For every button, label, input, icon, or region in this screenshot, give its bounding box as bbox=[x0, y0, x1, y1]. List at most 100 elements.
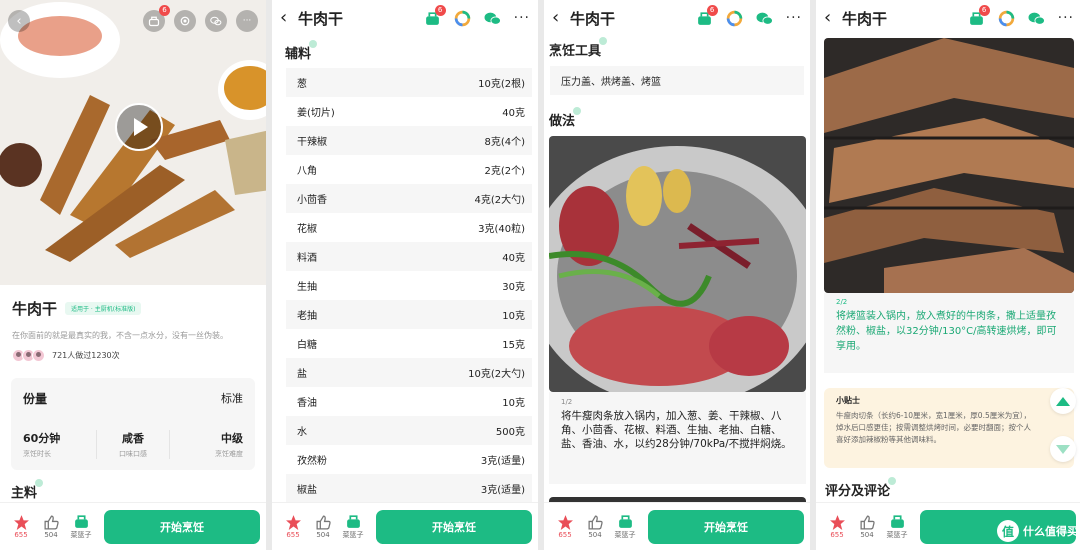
next-step-button[interactable] bbox=[1050, 436, 1076, 462]
favorite-button[interactable]: 655 bbox=[822, 514, 852, 539]
stat-value: 中级 bbox=[221, 432, 244, 445]
more-icon[interactable]: ··· bbox=[1058, 10, 1074, 26]
basket-button[interactable]: 6 bbox=[968, 4, 990, 27]
back-icon[interactable]: ‹ bbox=[552, 9, 568, 27]
ingredient-row: 料酒 40克 bbox=[286, 242, 532, 271]
cooking-tools-heading: 烹饪工具 bbox=[549, 37, 608, 59]
watermark-text: 什么值得买 bbox=[1023, 525, 1078, 538]
basket-add-button[interactable]: 菜篮子 bbox=[338, 513, 368, 540]
basket-badge: 6 bbox=[434, 4, 446, 16]
stat-label: 烹饪难度 bbox=[215, 450, 244, 458]
bottom-action-bar: 655 504 菜篮子 开始烹饪 bbox=[0, 502, 266, 550]
recipe-overview-screen: ‹ 6 ··· 牛肉干 适用于 · 主厨机(标准版) 在你面前的就是最真实的我，… bbox=[0, 0, 266, 550]
ingredient-list: 葱 10克(2根) 姜(切片) 40克 干辣椒 8克(4个) 八角 2克(2个) 小茴香… bbox=[286, 68, 532, 503]
settings-button[interactable] bbox=[726, 10, 743, 27]
ingredient-row: 生抽 30克 bbox=[286, 271, 532, 300]
ingredient-amount: 500克 bbox=[495, 427, 525, 438]
star-icon bbox=[13, 515, 29, 530]
settings-button[interactable] bbox=[174, 10, 196, 32]
start-cooking-button[interactable]: 开始烹饪 bbox=[104, 509, 260, 544]
like-count: 504 bbox=[860, 531, 874, 539]
ingredient-amount: 40克 bbox=[502, 253, 525, 264]
wechat-share-button[interactable] bbox=[1028, 10, 1045, 27]
color-wheel-icon bbox=[726, 10, 742, 26]
more-icon[interactable]: ··· bbox=[514, 10, 530, 26]
ingredient-amount: 2克(2个) bbox=[484, 166, 525, 177]
star-icon bbox=[285, 515, 301, 530]
basket-icon bbox=[74, 515, 88, 528]
more-icon[interactable]: ··· bbox=[786, 10, 802, 26]
like-button[interactable]: 504 bbox=[308, 514, 338, 539]
back-icon[interactable]: ‹ bbox=[280, 9, 296, 27]
top-navbar: ‹ 牛肉干 6 ··· bbox=[544, 0, 810, 36]
basket-label: 菜篮子 bbox=[70, 531, 92, 539]
play-video-button[interactable] bbox=[115, 103, 163, 151]
ingredient-name: 八角 bbox=[297, 166, 317, 177]
top-navbar: ‹ 牛肉干 6 ··· bbox=[816, 0, 1080, 36]
ingredient-amount: 10克 bbox=[502, 398, 525, 409]
basket-icon bbox=[346, 515, 360, 528]
like-button[interactable]: 504 bbox=[36, 514, 66, 539]
step-text: 将牛瘦肉条放入锅内，加入葱、姜、干辣椒、八角、小茴香、花椒、料酒、生抽、老抽、白… bbox=[561, 410, 792, 450]
ingredient-amount: 10克(2大勺) bbox=[468, 369, 525, 380]
ingredient-row: 香油 10克 bbox=[286, 387, 532, 416]
ingredient-name: 椒盐 bbox=[297, 485, 317, 496]
wechat-share-button[interactable] bbox=[756, 10, 773, 27]
more-icon: ··· bbox=[242, 16, 252, 26]
basket-button[interactable]: 6 bbox=[424, 4, 446, 27]
basket-add-button[interactable]: 菜篮子 bbox=[882, 513, 912, 540]
step-1-card: 1/2 将牛瘦肉条放入锅内，加入葱、姜、干辣椒、八角、小茴香、花椒、料酒、生抽、… bbox=[549, 392, 806, 484]
main-ingredients-heading: 主料 bbox=[11, 479, 44, 501]
favorite-button[interactable]: 655 bbox=[550, 514, 580, 539]
made-by-users[interactable]: 721人做过1230次 bbox=[12, 349, 120, 362]
basket-icon bbox=[618, 515, 632, 528]
device-tag[interactable]: 适用于 · 主厨机(标准版) bbox=[65, 302, 142, 315]
watermark-logo: 值 bbox=[997, 520, 1019, 542]
ingredient-row: 花椒 3克(40粒) bbox=[286, 213, 532, 242]
basket-add-button[interactable]: 菜篮子 bbox=[610, 513, 640, 540]
ingredients-screen: ‹ 牛肉干 6 ··· 辅料 葱 10克(2根) 姜(切片) 40克 干辣椒 8克(4… bbox=[272, 0, 538, 550]
back-button[interactable]: ‹ bbox=[8, 10, 30, 32]
stat-cook-time: 60分钟 烹饪时长 bbox=[11, 430, 97, 459]
ingredient-name: 老抽 bbox=[297, 311, 317, 322]
wechat-share-button[interactable] bbox=[484, 10, 501, 27]
portion-value[interactable]: 标准 bbox=[221, 390, 243, 407]
reviews-heading: 评分及评论 bbox=[825, 477, 897, 499]
basket-icon bbox=[890, 515, 904, 528]
thumbs-up-icon bbox=[587, 515, 603, 530]
wechat-share-button[interactable] bbox=[205, 10, 227, 32]
gear-icon bbox=[180, 16, 190, 26]
basket-badge: 6 bbox=[159, 5, 170, 16]
tips-card: 小贴士 牛瘦肉切条（长约6-10厘米，宽1厘米，厚0.5厘米为宜），焯水后口感更… bbox=[824, 388, 1074, 468]
favorite-button[interactable]: 655 bbox=[6, 514, 36, 539]
settings-button[interactable] bbox=[998, 10, 1015, 27]
previous-step-button[interactable] bbox=[1050, 388, 1076, 414]
like-button[interactable]: 504 bbox=[852, 514, 882, 539]
bottom-action-bar: 655 504 菜篮子 开始烹饪 bbox=[544, 502, 810, 550]
ingredient-row: 椒盐 3克(适量) bbox=[286, 474, 532, 503]
start-cooking-button[interactable]: 开始烹饪 bbox=[376, 509, 532, 544]
ingredient-amount: 3克(适量) bbox=[480, 456, 525, 467]
ingredient-row: 白糖 15克 bbox=[286, 329, 532, 358]
basket-add-button[interactable]: 菜篮子 bbox=[66, 513, 96, 540]
basket-button[interactable]: 6 bbox=[143, 5, 170, 32]
back-icon[interactable]: ‹ bbox=[824, 9, 840, 27]
recipe-info-card: 份量 标准 60分钟 烹饪时长 咸香 口味口感 中级 烹饪难度 bbox=[11, 378, 255, 470]
more-button[interactable]: ··· bbox=[236, 10, 258, 32]
ingredient-row: 盐 10克(2大勺) bbox=[286, 358, 532, 387]
ingredient-name: 水 bbox=[297, 427, 307, 438]
ingredient-row: 老抽 10克 bbox=[286, 300, 532, 329]
favorite-button[interactable]: 655 bbox=[278, 514, 308, 539]
basket-button[interactable]: 6 bbox=[696, 4, 718, 27]
like-count: 504 bbox=[44, 531, 58, 539]
start-cooking-button[interactable]: 开始烹饪 bbox=[648, 509, 804, 544]
method-screen: ‹ 牛肉干 6 ··· 烹饪工具 压力盖、烘烤盖、烤篮 做法 1/2 将牛瘦肉条… bbox=[544, 0, 810, 550]
like-button[interactable]: 504 bbox=[580, 514, 610, 539]
top-navbar: ‹ 牛肉干 6 ··· bbox=[272, 0, 538, 36]
ingredient-row: 小茴香 4克(2大勺) bbox=[286, 184, 532, 213]
ingredient-name: 花椒 bbox=[297, 224, 317, 235]
secondary-ingredients-heading: 辅料 bbox=[285, 40, 318, 62]
color-wheel-icon bbox=[454, 10, 470, 26]
favorite-count: 655 bbox=[14, 531, 28, 539]
settings-button[interactable] bbox=[454, 10, 471, 27]
